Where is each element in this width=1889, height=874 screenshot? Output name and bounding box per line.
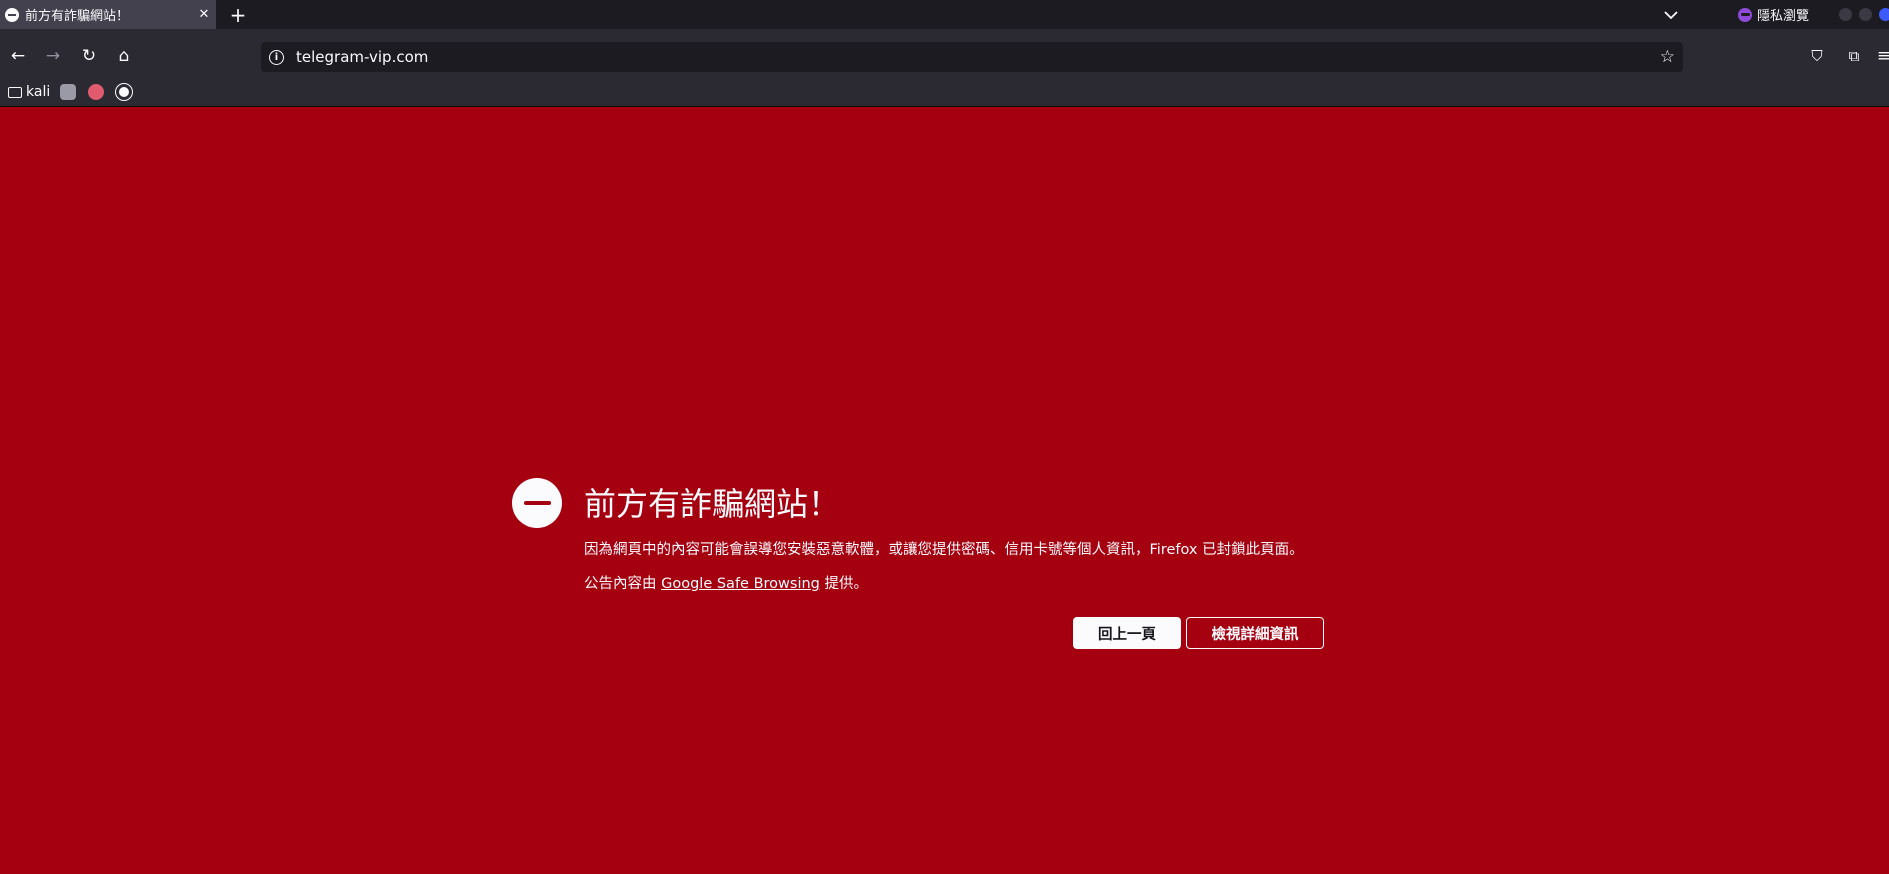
bookmark-folder-kali[interactable]: kali xyxy=(8,84,50,100)
list-all-tabs-icon[interactable] xyxy=(1660,4,1682,26)
extensions-icon[interactable]: ⧉ xyxy=(1840,42,1868,70)
new-tab-button[interactable]: + xyxy=(224,1,252,29)
blocked-warning-icon xyxy=(512,478,562,528)
bookmark-folder-label: kali xyxy=(26,84,51,100)
url-bar[interactable]: i telegram-vip.com ☆ xyxy=(261,42,1683,72)
navigation-toolbar: ← → ↻ ⌂ i telegram-vip.com ☆ ⛉ ⧉ ≡ xyxy=(0,29,1889,85)
exploit-db-bookmark-icon[interactable] xyxy=(88,84,105,100)
attribution-suffix: 提供。 xyxy=(824,576,868,592)
deceptive-site-warning-page: 前方有詐騙網站！ 因為網頁中的內容可能會誤導您安裝惡意軟體，或讓您提供密碼、信用… xyxy=(0,108,1889,874)
close-tab-icon[interactable]: ✕ xyxy=(192,3,216,27)
forward-button[interactable]: → xyxy=(39,42,67,70)
pocket-icon[interactable]: ⛉ xyxy=(1803,42,1831,70)
tab-strip: 前方有詐騙網站！ ✕ + xyxy=(0,0,1889,29)
url-text[interactable]: telegram-vip.com xyxy=(296,48,1660,66)
attribution-prefix: 公告內容由 xyxy=(584,576,657,592)
folder-icon xyxy=(8,86,22,98)
close-window-button[interactable] xyxy=(1879,8,1889,21)
reload-button[interactable]: ↻ xyxy=(75,42,103,70)
bookmark-star-icon[interactable]: ☆ xyxy=(1660,47,1675,67)
warning-title: 前方有詐騙網站！ xyxy=(584,485,841,523)
bookmarks-toolbar: kali xyxy=(0,78,1889,107)
minimize-window-button[interactable] xyxy=(1839,8,1852,21)
app-menu-icon[interactable]: ≡ xyxy=(1870,42,1889,70)
maximize-window-button[interactable] xyxy=(1859,8,1872,21)
site-info-icon[interactable]: i xyxy=(269,49,284,65)
warning-description: 因為網頁中的內容可能會誤導您安裝惡意軟體，或讓您提供密碼、信用卡號等個人資訊，F… xyxy=(584,542,1304,558)
github-bookmark-icon[interactable] xyxy=(116,84,133,100)
see-details-button[interactable]: 檢視詳細資訊 xyxy=(1186,617,1324,649)
kali-tools-bookmark-icon[interactable] xyxy=(60,84,77,100)
back-button[interactable]: ← xyxy=(4,42,32,70)
google-safe-browsing-link[interactable]: Google Safe Browsing xyxy=(661,576,820,592)
home-button[interactable]: ⌂ xyxy=(110,42,138,70)
go-back-button[interactable]: 回上一頁 xyxy=(1073,617,1181,649)
advisory-attribution: 公告內容由 Google Safe Browsing 提供。 xyxy=(584,572,868,593)
private-browsing-label: 隱私瀏覽 xyxy=(1757,9,1810,24)
private-mask-icon xyxy=(1738,7,1752,22)
blocked-site-icon xyxy=(5,7,19,22)
active-tab[interactable]: 前方有詐騙網站！ ✕ xyxy=(0,0,216,29)
tab-title: 前方有詐騙網站！ xyxy=(25,9,130,24)
private-browsing-indicator: 隱私瀏覽 xyxy=(1738,0,1809,29)
